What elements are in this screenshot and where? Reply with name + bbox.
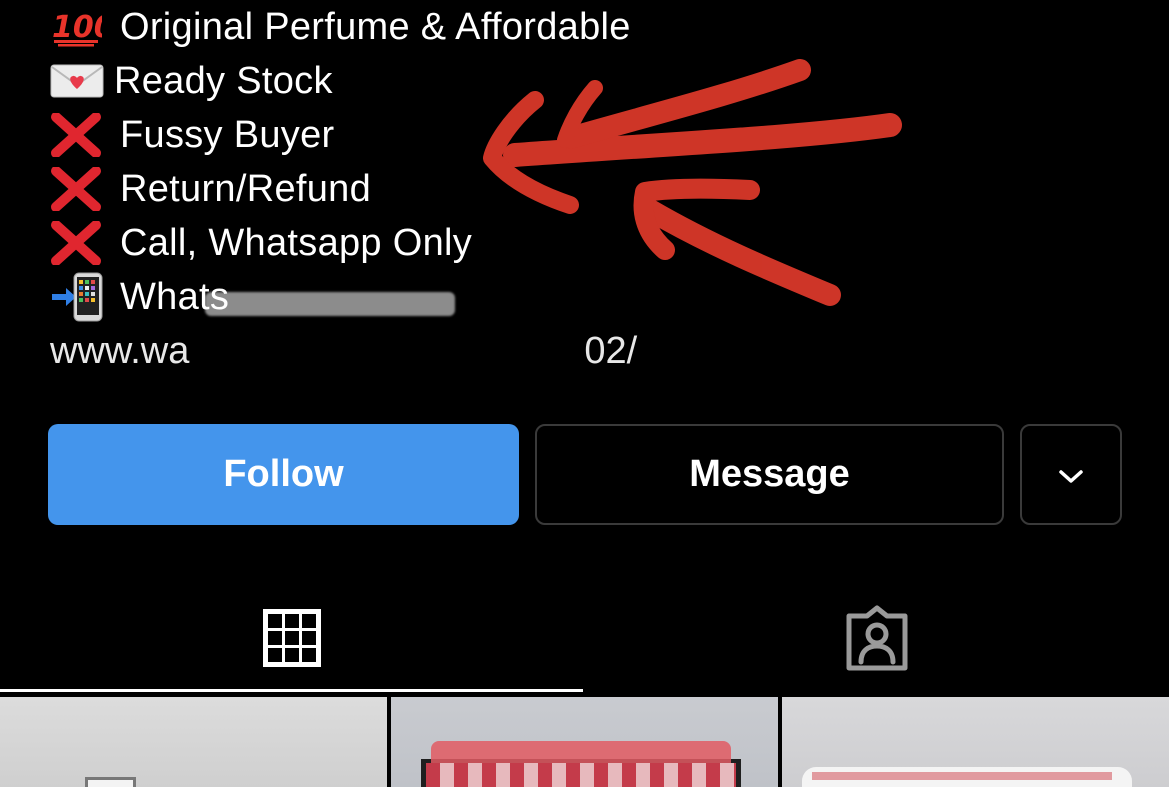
follow-button-label: Follow: [223, 453, 344, 495]
tab-tagged[interactable]: [584, 590, 1169, 690]
chevron-down-icon: [1057, 453, 1085, 496]
bio-link-tail: 02/: [584, 330, 638, 372]
post-thumbnail[interactable]: [391, 697, 778, 787]
bio-line-6: Whats: [50, 270, 950, 324]
product-box-shape: [85, 777, 136, 787]
bio-link[interactable]: www.wa 02/: [50, 324, 950, 378]
active-tab-indicator: [0, 689, 583, 692]
suggested-accounts-button[interactable]: [1020, 424, 1122, 525]
bio-text: Original Perfume & Affordable: [120, 6, 631, 48]
post-thumbnail[interactable]: [0, 697, 387, 787]
love-letter-icon: [50, 61, 108, 101]
post-thumbnail[interactable]: [782, 697, 1169, 787]
svg-text:100: 100: [52, 10, 102, 45]
message-button[interactable]: Message: [535, 424, 1004, 525]
cross-mark-icon: [50, 113, 108, 157]
hundred-points-icon: 100: [50, 7, 108, 47]
bio-link-text: www.wa: [50, 330, 190, 372]
bio-line-3: Fussy Buyer: [50, 108, 950, 162]
follow-button[interactable]: Follow: [48, 424, 519, 525]
tab-posts-grid[interactable]: [0, 590, 584, 690]
tagged-person-icon: [843, 604, 911, 677]
bio-line-2: Ready Stock: [50, 54, 950, 108]
product-wrap-shape: [431, 741, 731, 763]
message-button-label: Message: [689, 453, 850, 495]
bio-line-5: Call, Whatsapp Only: [50, 216, 950, 270]
product-box-pattern: [426, 763, 736, 787]
product-box-stripe: [812, 772, 1112, 780]
bio-line-4: Return/Refund: [50, 162, 950, 216]
profile-bio: 100 Original Perfume & Affordable Ready …: [50, 0, 950, 378]
grid-icon: [261, 607, 323, 674]
redaction-mark: [205, 292, 455, 316]
cross-mark-icon: [50, 221, 108, 265]
cross-mark-icon: [50, 167, 108, 211]
bio-text: Ready Stock: [114, 60, 333, 102]
bio-text: Call, Whatsapp Only: [120, 222, 473, 264]
bio-line-1: 100 Original Perfume & Affordable: [50, 0, 950, 54]
bio-text: Return/Refund: [120, 168, 372, 210]
bio-text: Fussy Buyer: [120, 114, 335, 156]
phone-arrow-icon: [50, 272, 108, 322]
